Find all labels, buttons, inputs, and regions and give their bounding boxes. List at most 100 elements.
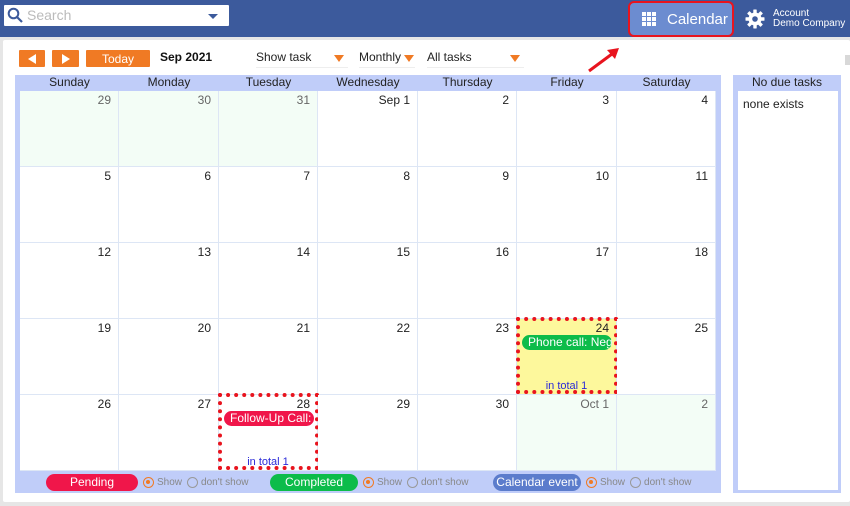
weekday-header: Saturday — [642, 75, 691, 89]
day-cell[interactable]: 22 — [318, 319, 418, 395]
task-filter-value: All tasks — [427, 50, 472, 64]
day-cell[interactable]: 29 — [20, 91, 119, 167]
day-number: 23 — [495, 321, 509, 335]
triangle-right-icon — [61, 53, 70, 64]
day-number: 26 — [97, 397, 111, 411]
day-number: 24 — [595, 321, 609, 335]
calendar-button[interactable]: Calendar — [628, 1, 734, 37]
search-dropdown-icon[interactable] — [208, 14, 218, 19]
day-number: 2 — [701, 397, 708, 411]
dont-show-radio[interactable] — [407, 476, 419, 488]
day-cell[interactable]: 20 — [119, 319, 219, 395]
day-number: 31 — [296, 93, 310, 107]
day-cell[interactable]: 14 — [219, 243, 318, 319]
show-radio[interactable] — [363, 476, 374, 488]
show-task-select[interactable]: Show task — [256, 50, 348, 68]
day-cell[interactable]: 18 — [617, 243, 716, 319]
day-number: 9 — [502, 169, 509, 183]
dont-show-label: don't show — [201, 476, 249, 488]
day-cell[interactable]: 6 — [119, 167, 219, 243]
weekday-header: Monday — [147, 75, 191, 89]
day-cell[interactable]: 31 — [219, 91, 318, 167]
next-month-button[interactable] — [52, 50, 79, 67]
day-number: 6 — [204, 169, 211, 183]
day-cell[interactable]: Sep 1 — [318, 91, 418, 167]
view-select[interactable]: Monthly — [359, 50, 415, 68]
day-number: 3 — [602, 93, 609, 107]
day-number: 8 — [403, 169, 410, 183]
day-cell[interactable]: 13 — [119, 243, 219, 319]
day-cell[interactable]: 25 — [617, 319, 716, 395]
day-number: 18 — [694, 245, 708, 259]
day-cell[interactable]: 29 — [318, 395, 418, 471]
current-month: Sep 2021 — [160, 50, 213, 64]
weekday-header: Friday — [550, 75, 584, 89]
day-cell[interactable]: 3 — [517, 91, 617, 167]
day-cell[interactable]: 16 — [418, 243, 517, 319]
day-number: 29 — [396, 397, 410, 411]
day-cell[interactable]: 2 — [617, 395, 716, 471]
day-cell[interactable]: 17 — [517, 243, 617, 319]
day-cell[interactable]: 8 — [318, 167, 418, 243]
day-cell[interactable]: 30 — [119, 91, 219, 167]
due-tasks-empty: none exists — [743, 97, 804, 111]
show-label: Show — [600, 476, 626, 488]
day-number: 5 — [104, 169, 111, 183]
day-cell[interactable]: 24 Phone call: Neg in total 1 — [517, 319, 617, 395]
day-cell[interactable]: 30 — [418, 395, 517, 471]
day-number: 16 — [495, 245, 509, 259]
day-number: 4 — [701, 93, 708, 107]
search-icon — [7, 7, 23, 23]
day-number: 29 — [97, 93, 111, 107]
legend-pill: Completed — [270, 473, 358, 491]
prev-month-button[interactable] — [19, 50, 45, 67]
calendar-event-chip[interactable]: Follow-Up Call: — [224, 411, 314, 426]
dont-show-radio[interactable] — [187, 476, 199, 488]
legend-item: Calendar event Show don't show — [493, 473, 692, 491]
day-number: 12 — [97, 245, 111, 259]
calendar-event-chip[interactable]: Phone call: Neg — [522, 335, 612, 350]
day-cell[interactable]: 9 — [418, 167, 517, 243]
day-number: 7 — [303, 169, 310, 183]
task-filter-select[interactable]: All tasks — [427, 50, 524, 68]
day-cell[interactable]: 27 — [119, 395, 219, 471]
weekday-header: Wednesday — [336, 75, 400, 89]
day-cell[interactable]: 19 — [20, 319, 119, 395]
legend-item: Completed Show don't show — [270, 473, 469, 491]
dont-show-label: don't show — [421, 476, 469, 488]
day-cell[interactable]: 12 — [20, 243, 119, 319]
event-total-link[interactable]: in total 1 — [517, 380, 616, 392]
day-cell[interactable]: 5 — [20, 167, 119, 243]
day-cell[interactable]: 7 — [219, 167, 318, 243]
day-cell[interactable]: 23 — [418, 319, 517, 395]
weekday-header: Tuesday — [245, 75, 292, 89]
show-task-value: Show task — [256, 50, 312, 64]
event-total-link[interactable]: in total 1 — [219, 456, 317, 468]
day-cell[interactable]: 15 — [318, 243, 418, 319]
view-value: Monthly — [359, 50, 402, 64]
company-name: Demo Company — [773, 18, 846, 29]
day-cell[interactable]: 11 — [617, 167, 716, 243]
day-number: 11 — [695, 169, 708, 183]
day-cell[interactable]: 21 — [219, 319, 318, 395]
due-tasks-panel: No due tasks none exists — [733, 75, 841, 493]
day-cell[interactable]: 2 — [418, 91, 517, 167]
search-box[interactable] — [4, 5, 229, 26]
day-cell[interactable]: 28 Follow-Up Call: in total 1 — [219, 395, 318, 471]
show-label: Show — [157, 476, 183, 488]
show-radio[interactable] — [143, 476, 154, 488]
day-number: 13 — [197, 245, 211, 259]
day-number: 30 — [197, 93, 211, 107]
show-radio[interactable] — [586, 476, 597, 488]
day-cell[interactable]: 4 — [617, 91, 716, 167]
dont-show-radio[interactable] — [630, 476, 642, 488]
annotation-arrow-icon — [588, 48, 619, 73]
search-input[interactable] — [27, 6, 197, 24]
day-cell[interactable]: 10 — [517, 167, 617, 243]
scrollbar[interactable] — [845, 55, 850, 65]
day-cell[interactable]: Oct 1 — [517, 395, 617, 471]
account-menu[interactable]: Account Demo Company — [745, 6, 845, 32]
day-number: 17 — [595, 245, 609, 259]
today-button[interactable]: Today — [86, 50, 150, 67]
day-cell[interactable]: 26 — [20, 395, 119, 471]
